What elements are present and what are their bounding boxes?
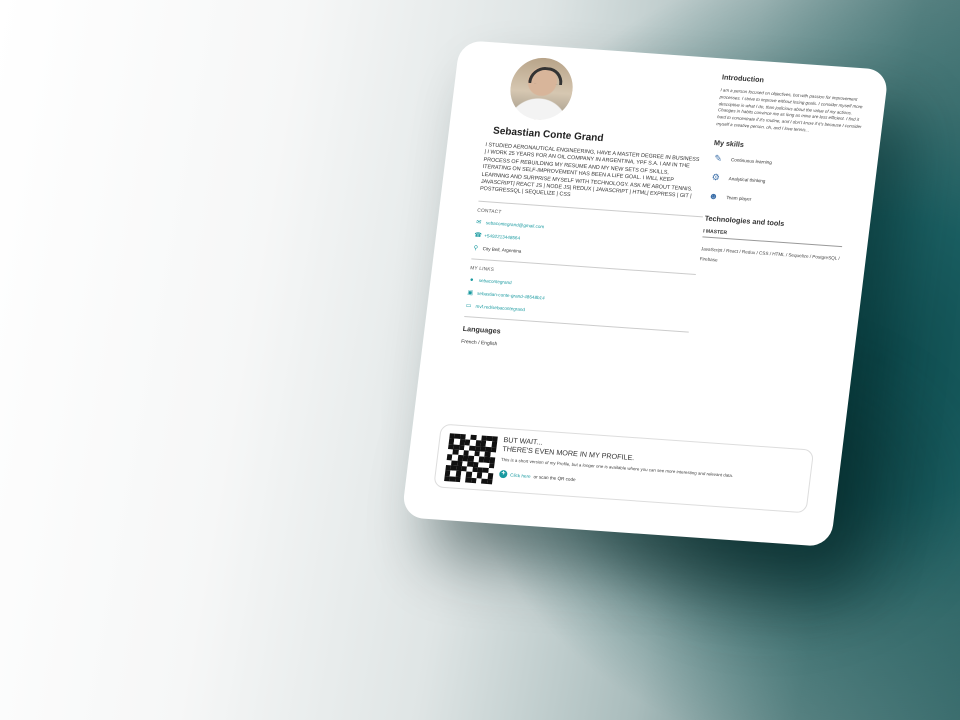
cta-rest-text: or scan the QR code [533,473,576,482]
email-link[interactable]: sebacontegrand@gmail.com [486,221,545,230]
right-column: Introduction I am a person focused on ob… [699,68,873,274]
card-icon: ▭ [465,302,472,310]
learning-icon: ✎ [713,152,723,164]
profile-promo: BUT WAIT... THERE'S EVEN MORE IN MY PROF… [433,423,815,514]
avatar [506,55,577,122]
phone-text: +5492213448564 [483,233,521,242]
qr-code[interactable] [444,433,498,485]
profile-bio: I STUDIED AERONAUTICAL ENGINEERING, HAVE… [479,142,700,200]
skill-item: ✎ Continuous learning [711,153,862,174]
tech-list: JavaScript / React / Redux / CSS / HTML … [699,246,841,263]
skill-label: Team player [726,194,752,202]
plus-icon: + [498,469,508,479]
intro-text: I am a person focused on objectives, but… [716,87,863,133]
skill-item: ☻ Team player [707,190,858,211]
skill-label: Analytical thinking [728,175,766,184]
linkedin-link[interactable]: sebastian-conte-grand-48648b14 [477,291,545,301]
linkedin-icon: ▣ [466,289,474,297]
click-here-link[interactable]: Click here [510,472,531,478]
phone-icon: ☎ [473,232,483,239]
team-icon: ☻ [708,190,719,202]
other-link[interactable]: mvf.red/sebacontegrand [475,304,525,312]
left-column: Sebastian Conte Grand I STUDIED AERONAUT… [461,55,721,361]
promo-cta[interactable]: + Click here or scan the QR code [498,469,576,483]
location-text: City Bell, Argentina [482,246,522,255]
github-icon: ● [469,277,474,284]
location-pin-icon: ⚲ [473,245,479,252]
github-link[interactable]: sebacontegrand [478,278,511,285]
skill-label: Continuous learning [730,156,773,165]
mail-icon: ✉ [475,219,482,226]
analytics-icon: ⚙ [711,171,721,183]
resume-card: Sebastian Conte Grand I STUDIED AERONAUT… [401,40,889,548]
skill-item: ⚙ Analytical thinking [709,172,860,193]
